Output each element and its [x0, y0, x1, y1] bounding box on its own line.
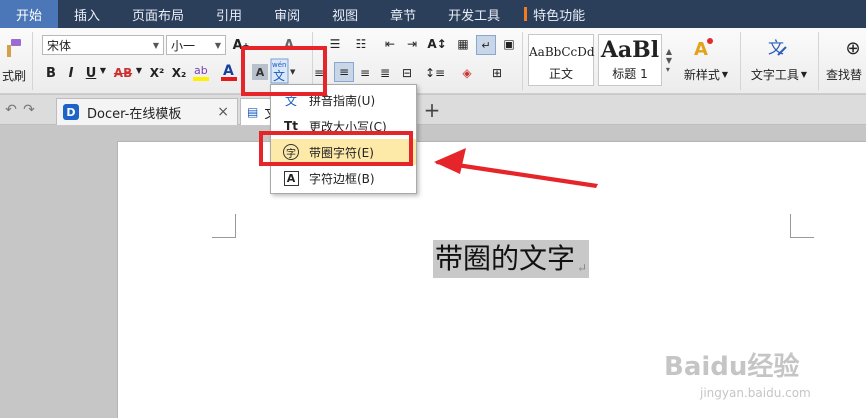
- borders-icon[interactable]: ⊞: [486, 64, 508, 82]
- chevron-down-icon: ▼: [152, 40, 159, 50]
- menu-tab-view[interactable]: 视图: [316, 0, 374, 28]
- ribbon: 式刷 宋体 ▼ 小一 ▼ A + A B I U ▼ AB ▼ X² X₂ ab …: [0, 28, 866, 94]
- watermark-brand: Baidu经验: [664, 352, 800, 382]
- text-tools-label: 文字工具: [750, 67, 799, 82]
- forward-arrow-icon[interactable]: ↷: [20, 101, 38, 119]
- document-tab-bar: ↶ ↷ D Docer-在线模板 × ▤ 文 +: [0, 95, 866, 125]
- new-style-icon[interactable]: A: [688, 34, 718, 62]
- font-name-select[interactable]: 宋体 ▼: [42, 35, 164, 55]
- menu-tab-start[interactable]: 开始: [0, 0, 59, 28]
- new-style-button[interactable]: 新样式 ▼: [680, 66, 732, 82]
- style-heading1[interactable]: AaBl 标题 1: [598, 34, 662, 86]
- align-right-icon[interactable]: ≡: [356, 64, 374, 82]
- chevron-down-icon[interactable]: ▼: [134, 66, 144, 75]
- format-painter-icon[interactable]: [0, 34, 28, 62]
- distributed-icon[interactable]: ⊟: [398, 64, 416, 82]
- menu-item-char-border[interactable]: A 字符边框(B): [271, 165, 416, 191]
- show-marks-icon[interactable]: ↵: [476, 35, 496, 55]
- paragraph-mark: ↵: [577, 261, 588, 275]
- highlight-icon[interactable]: ab: [192, 62, 210, 82]
- watermark-url: jingyan.baidu.com: [700, 386, 811, 400]
- menu-tab-insert[interactable]: 插入: [58, 0, 116, 28]
- document-text: 带圈的文字: [435, 242, 576, 275]
- new-style-label: 新样式: [683, 67, 720, 82]
- tab-docer[interactable]: D Docer-在线模板 ×: [56, 98, 238, 125]
- align-center-icon[interactable]: ≡: [334, 62, 354, 82]
- chevron-down-icon: ▼: [214, 40, 221, 50]
- text-tools-icon[interactable]: 文: [762, 34, 792, 62]
- format-painter-label[interactable]: 式刷: [0, 66, 28, 84]
- menu-tab-review[interactable]: 审阅: [258, 0, 316, 28]
- svg-text:文: 文: [768, 38, 784, 57]
- menu-tab-page-layout[interactable]: 页面布局: [116, 0, 200, 28]
- style-normal-preview: AaBbCcDd: [529, 45, 595, 59]
- menu-tab-special[interactable]: 特色功能: [516, 0, 601, 28]
- char-border-icon: A: [279, 168, 303, 188]
- line-spacing-icon[interactable]: ↕≡: [424, 64, 446, 82]
- back-arrow-icon[interactable]: ↶: [2, 101, 20, 119]
- style-heading1-caption: 标题 1: [612, 67, 648, 81]
- styles-scroll[interactable]: ▲ ▼ ▾: [664, 34, 674, 86]
- decrease-indent-icon[interactable]: ⇤: [380, 35, 400, 53]
- style-normal[interactable]: AaBbCcDd 正文: [528, 34, 595, 86]
- new-tab-button[interactable]: +: [422, 98, 442, 122]
- increase-indent-icon[interactable]: ⇥: [402, 35, 422, 53]
- bold-button[interactable]: B: [42, 64, 60, 82]
- word-doc-icon: ▤: [247, 105, 259, 119]
- menu-tab-developer[interactable]: 开发工具: [432, 0, 516, 28]
- margin-corner-right: [790, 214, 814, 238]
- tab-docer-label: Docer-在线模板: [87, 106, 182, 122]
- svg-text:A: A: [223, 63, 234, 79]
- selected-document-text[interactable]: 带圈的文字 ↵: [433, 240, 590, 278]
- menu-tab-references[interactable]: 引用: [200, 0, 258, 28]
- style-normal-caption: 正文: [548, 67, 573, 81]
- font-color-icon[interactable]: A: [220, 62, 238, 82]
- binoculars-icon[interactable]: ⊕: [840, 34, 866, 62]
- find-replace-button[interactable]: 查找替: [826, 66, 866, 82]
- close-icon[interactable]: ×: [217, 104, 229, 120]
- docer-logo-icon: D: [63, 104, 79, 120]
- justify-icon[interactable]: ≣: [376, 64, 394, 82]
- subscript-button[interactable]: X₂: [168, 64, 190, 82]
- text-tools-button[interactable]: 文字工具 ▼: [748, 66, 810, 82]
- menu-item-label: 字符边框(B): [309, 171, 375, 186]
- italic-button[interactable]: I: [62, 64, 80, 82]
- superscript-button[interactable]: X²: [146, 64, 168, 82]
- annotation-arrow-icon: [434, 148, 598, 188]
- svg-text:A: A: [694, 39, 708, 60]
- numbering-icon[interactable]: ☷: [348, 35, 374, 53]
- strikethrough-button[interactable]: AB: [110, 64, 136, 82]
- font-name-value: 宋体: [47, 38, 72, 53]
- svg-text:ab: ab: [194, 64, 208, 77]
- text-direction-icon[interactable]: A↕: [424, 35, 450, 53]
- sort-icon[interactable]: ▣: [500, 35, 518, 53]
- font-size-value: 小一: [171, 38, 196, 53]
- chevron-down-icon[interactable]: ▼: [98, 66, 108, 75]
- style-heading1-preview: AaBl: [600, 37, 660, 63]
- annotation-box-enclosed-char: [259, 131, 413, 166]
- annotation-box-phonetic: [241, 46, 327, 96]
- shading-icon[interactable]: ◈: [456, 64, 478, 82]
- menu-bar: 开始 插入 页面布局 引用 审阅 视图 章节 开发工具 特色功能: [0, 0, 866, 28]
- table-icon[interactable]: ▦: [454, 35, 472, 53]
- margin-corner-left: [212, 214, 236, 238]
- font-size-select[interactable]: 小一 ▼: [166, 35, 226, 55]
- menu-tab-section[interactable]: 章节: [374, 0, 432, 28]
